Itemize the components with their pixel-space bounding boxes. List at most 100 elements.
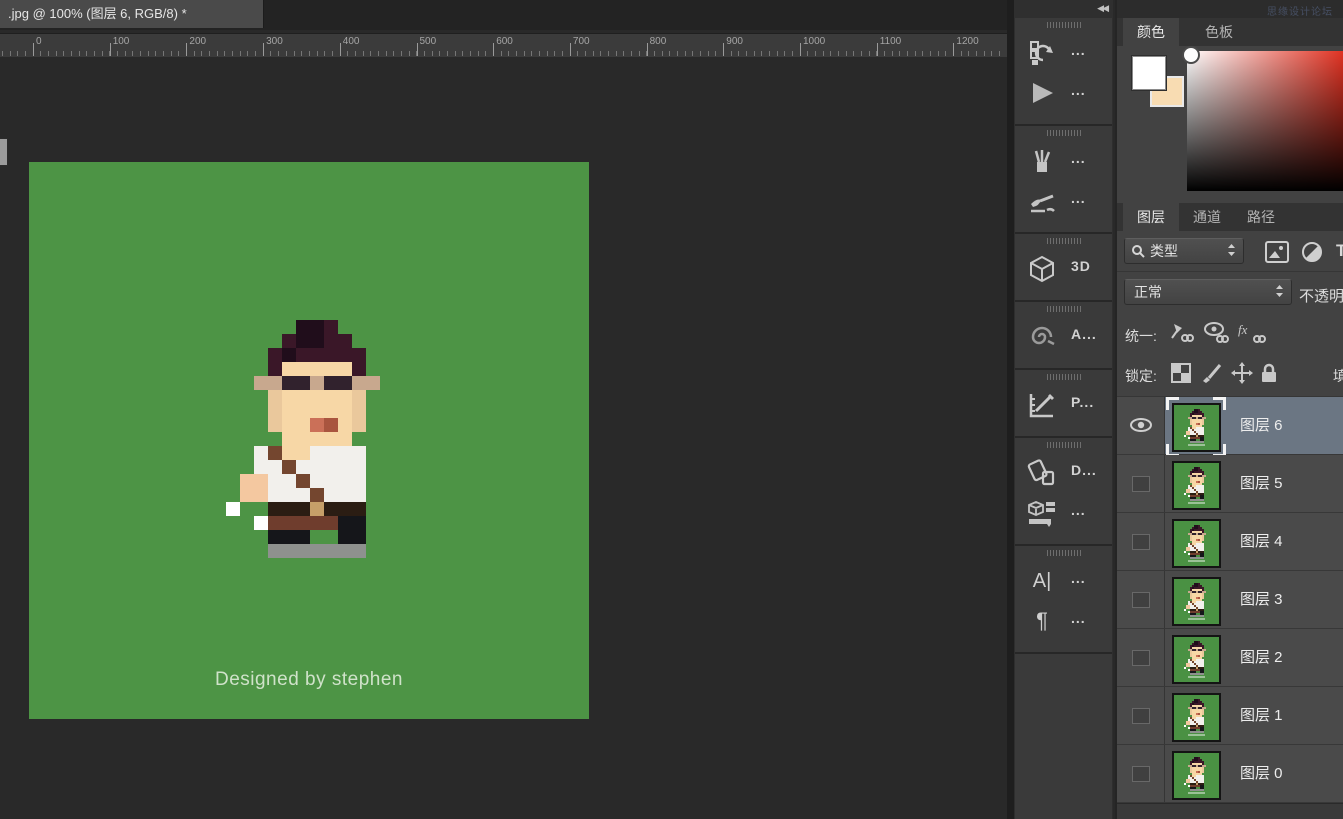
tab-layers[interactable]: 图层 — [1123, 203, 1179, 231]
visibility-checkbox-empty[interactable] — [1132, 650, 1150, 666]
panel-button-history[interactable]: ... — [1015, 34, 1112, 72]
visibility-cell[interactable] — [1117, 571, 1165, 628]
visibility-checkbox-empty[interactable] — [1132, 592, 1150, 608]
color-picker-cursor[interactable] — [1182, 46, 1200, 64]
ruler-minor-tick — [125, 51, 126, 56]
layer-row-图层2[interactable]: 图层 2 — [1117, 629, 1343, 687]
visibility-cell[interactable] — [1117, 629, 1165, 686]
eye-icon[interactable] — [1130, 418, 1152, 438]
panel-button-play-actions[interactable]: ... — [1015, 74, 1112, 112]
panel-group-grip[interactable] — [1047, 442, 1081, 448]
panel-button-character-panel[interactable]: A|... — [1015, 562, 1112, 600]
adjustment-layer-filter-icon[interactable] — [1300, 240, 1324, 264]
pixel-layer-filter-icon[interactable] — [1264, 240, 1290, 264]
lock-pixels-brush-icon[interactable] — [1200, 362, 1224, 384]
layer-name[interactable]: 图层 1 — [1240, 687, 1283, 744]
visibility-cell[interactable] — [1117, 455, 1165, 512]
panel-button-swirl[interactable]: A... — [1015, 318, 1112, 356]
unify-effects-icon[interactable]: fx — [1237, 321, 1267, 345]
layer-row-图层0[interactable]: 图层 0 — [1117, 745, 1343, 803]
panel-button-brush-presets[interactable]: ... — [1015, 182, 1112, 220]
layer-name[interactable]: 图层 6 — [1240, 397, 1283, 454]
sprite-pixel — [1202, 423, 1204, 425]
layer-row-图层3[interactable]: 图层 3 — [1117, 571, 1343, 629]
sprite-pixel — [352, 544, 366, 558]
panel-group-grip[interactable] — [1047, 374, 1081, 380]
brush-presets-icon — [1027, 185, 1057, 217]
visibility-cell[interactable] — [1117, 687, 1165, 744]
layer-row-图层1[interactable]: 图层 1 — [1117, 687, 1343, 745]
panel-button-paragraph[interactable]: ¶... — [1015, 602, 1112, 640]
panel-group-grip[interactable] — [1047, 550, 1081, 556]
panel-group-grip[interactable] — [1047, 22, 1081, 28]
unify-position-icon[interactable] — [1167, 321, 1195, 345]
color-gradient-field[interactable] — [1187, 51, 1343, 191]
layer-row-图层6[interactable]: 图层 6 — [1117, 397, 1343, 455]
updown-arrows-icon — [1227, 243, 1236, 260]
document-tab[interactable]: .jpg @ 100% (图层 6, RGB/8) * — [0, 0, 264, 28]
panel-button-cube-3d[interactable]: 3D — [1015, 250, 1112, 288]
layers-panel-tabbar: 图层 通道 路径 — [1117, 203, 1343, 231]
panel-group-grip[interactable] — [1047, 130, 1081, 136]
lock-all-icon[interactable] — [1259, 362, 1279, 384]
layer-thumbnail[interactable] — [1172, 751, 1221, 800]
tab-color[interactable]: 颜色 — [1123, 18, 1179, 46]
lock-position-icon[interactable] — [1230, 362, 1254, 384]
panel-button-devices[interactable]: D... — [1015, 454, 1112, 492]
sprite-pixel — [310, 362, 324, 376]
layer-name[interactable]: 图层 0 — [1240, 745, 1283, 802]
sprite-pixel — [352, 474, 366, 488]
layer-filter-type-dropdown[interactable]: 类型 — [1124, 238, 1244, 264]
document-canvas[interactable]: Designed by stephen — [29, 162, 589, 719]
layer-thumbnail[interactable] — [1172, 635, 1221, 684]
collapse-panels-icon[interactable]: ◀◀ — [1097, 3, 1107, 14]
panel-button-label: ... — [1071, 190, 1086, 206]
ruler-major-tick — [877, 43, 878, 56]
sprite-pixel — [324, 488, 338, 502]
ruler-major-tick — [647, 43, 648, 56]
horizontal-ruler[interactable]: 0100200300400500600700800900100011001200 — [0, 33, 1007, 58]
visibility-checkbox-empty[interactable] — [1132, 708, 1150, 724]
layer-thumbnail[interactable] — [1172, 461, 1221, 510]
panel-button-brushes[interactable]: ... — [1015, 142, 1112, 180]
layer-name[interactable]: 图层 5 — [1240, 455, 1283, 512]
visibility-checkbox-empty[interactable] — [1132, 534, 1150, 550]
visibility-cell[interactable] — [1117, 397, 1165, 454]
ruler-minor-tick — [685, 51, 686, 56]
layer-thumbnail[interactable] — [1172, 693, 1221, 742]
visibility-cell[interactable] — [1117, 513, 1165, 570]
foreground-color-swatch[interactable] — [1132, 56, 1166, 90]
layer-row-图层5[interactable]: 图层 5 — [1117, 455, 1343, 513]
sprite-pixel — [324, 502, 338, 516]
layer-name[interactable]: 图层 3 — [1240, 571, 1283, 628]
blend-mode-dropdown[interactable]: 正常 — [1124, 279, 1292, 305]
layer-thumbnail[interactable] — [1172, 519, 1221, 568]
tab-paths[interactable]: 路径 — [1233, 203, 1289, 231]
ruler-minor-tick — [616, 51, 617, 56]
ruler-minor-tick — [807, 51, 808, 56]
sprite-pixel — [226, 502, 240, 516]
tab-swatches[interactable]: 色板 — [1191, 18, 1247, 46]
visibility-checkbox-empty[interactable] — [1132, 476, 1150, 492]
visibility-checkbox-empty[interactable] — [1132, 766, 1150, 782]
tab-channels[interactable]: 通道 — [1179, 203, 1235, 231]
panel-group-grip[interactable] — [1047, 306, 1081, 312]
panel-button-pencil-ruler[interactable]: P... — [1015, 386, 1112, 424]
sprite-pixel — [324, 334, 338, 348]
thumbnail-credit-line — [1188, 502, 1205, 504]
unify-visibility-icon[interactable] — [1202, 321, 1230, 345]
sprite-pixel — [1184, 609, 1186, 611]
sprite-pixel — [352, 362, 366, 376]
sprite-pixel — [310, 516, 324, 530]
layer-thumbnail[interactable] — [1172, 577, 1221, 626]
panel-group-grip[interactable] — [1047, 238, 1081, 244]
layer-name[interactable]: 图层 4 — [1240, 513, 1283, 570]
layer-name[interactable]: 图层 2 — [1240, 629, 1283, 686]
panel-button-cube-sliders[interactable]: ... — [1015, 494, 1112, 532]
type-layer-filter-icon[interactable]: T — [1336, 241, 1343, 261]
layer-row-图层4[interactable]: 图层 4 — [1117, 513, 1343, 571]
ruler-minor-tick — [984, 51, 985, 56]
visibility-cell[interactable] — [1117, 745, 1165, 802]
lock-transparency-icon[interactable] — [1170, 362, 1192, 384]
panel-top-strip: 思缘设计论坛 — [1117, 0, 1343, 18]
